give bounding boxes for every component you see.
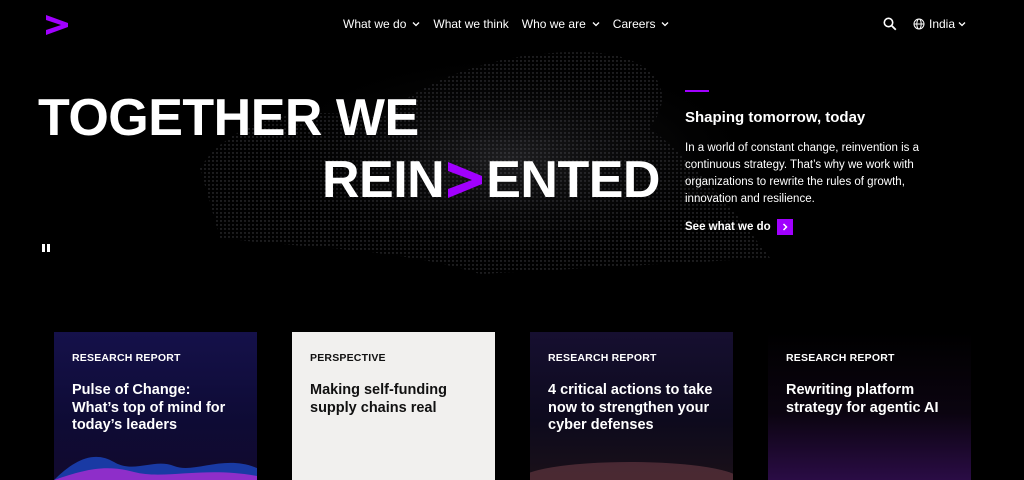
card-artwork <box>530 462 733 480</box>
chevron-down-icon <box>592 22 600 27</box>
featured-cards: RESEARCH REPORT Pulse of Change: What’s … <box>54 332 974 480</box>
chevron-down-icon <box>958 22 966 27</box>
nav-item-what-we-do[interactable]: What we do <box>343 17 420 31</box>
hero-title-prefix: REIN <box>322 151 445 209</box>
card-artwork <box>54 456 257 480</box>
card-title: Pulse of Change: What’s top of mind for … <box>72 382 226 433</box>
card-tag: RESEARCH REPORT <box>72 352 181 364</box>
hero-side-body: In a world of constant change, reinventi… <box>685 142 919 205</box>
nav-item-label: What we do <box>343 17 407 31</box>
hero-section: TOGETHER WE REIN ENTED Shaping tomorrow,… <box>0 48 1024 274</box>
globe-icon <box>913 18 925 30</box>
card-tag: RESEARCH REPORT <box>548 352 657 364</box>
card-self-funding-supply-chains[interactable]: PERSPECTIVE Making self-funding supply c… <box>292 332 495 480</box>
pause-icon[interactable] <box>42 244 52 254</box>
chevron-down-icon <box>412 22 420 27</box>
card-agentic-ai[interactable]: RESEARCH REPORT Rewriting platform strat… <box>768 332 971 480</box>
card-tag: RESEARCH REPORT <box>786 352 895 364</box>
card-title: 4 critical actions to take now to streng… <box>548 382 713 433</box>
card-cyber-defenses[interactable]: RESEARCH REPORT 4 critical actions to ta… <box>530 332 733 480</box>
hero-side-panel: Shaping tomorrow, today In a world of co… <box>685 90 945 235</box>
nav-item-label: Who we are <box>521 17 586 31</box>
hero-title-suffix: ENTED <box>486 151 660 209</box>
nav-item-what-we-think[interactable]: What we think <box>433 17 508 31</box>
greater-than-accent-icon <box>448 162 483 198</box>
nav-item-who-we-are[interactable]: Who we are <box>522 17 600 31</box>
cta-label: See what we do <box>685 221 771 233</box>
chevron-right-icon <box>776 219 793 235</box>
main-nav: What we do What we think Who we are Care… <box>343 0 682 48</box>
accenture-logo-icon[interactable] <box>44 13 70 37</box>
hero-side-title: Shaping tomorrow, today <box>685 109 866 126</box>
hero-title-line-1: TOGETHER WE <box>38 89 419 147</box>
language-label: India <box>929 17 956 31</box>
card-pulse-of-change[interactable]: RESEARCH REPORT Pulse of Change: What’s … <box>54 332 257 480</box>
search-icon[interactable] <box>883 17 897 31</box>
nav-item-label: What we think <box>433 17 509 31</box>
accent-rule <box>685 90 709 92</box>
site-header: What we do What we think Who we are Care… <box>0 0 1024 48</box>
card-tag: PERSPECTIVE <box>310 352 386 364</box>
language-selector[interactable]: India <box>913 17 966 31</box>
hero-title-line-2: REIN ENTED <box>322 154 660 206</box>
chevron-down-icon <box>662 22 669 27</box>
card-title: Making self-funding supply chains real <box>310 382 447 416</box>
nav-item-careers[interactable]: Careers <box>613 17 670 31</box>
see-what-we-do-link[interactable]: See what we do <box>685 219 945 235</box>
card-title: Rewriting platform strategy for agentic … <box>786 382 939 416</box>
nav-item-label: Careers <box>612 17 656 31</box>
